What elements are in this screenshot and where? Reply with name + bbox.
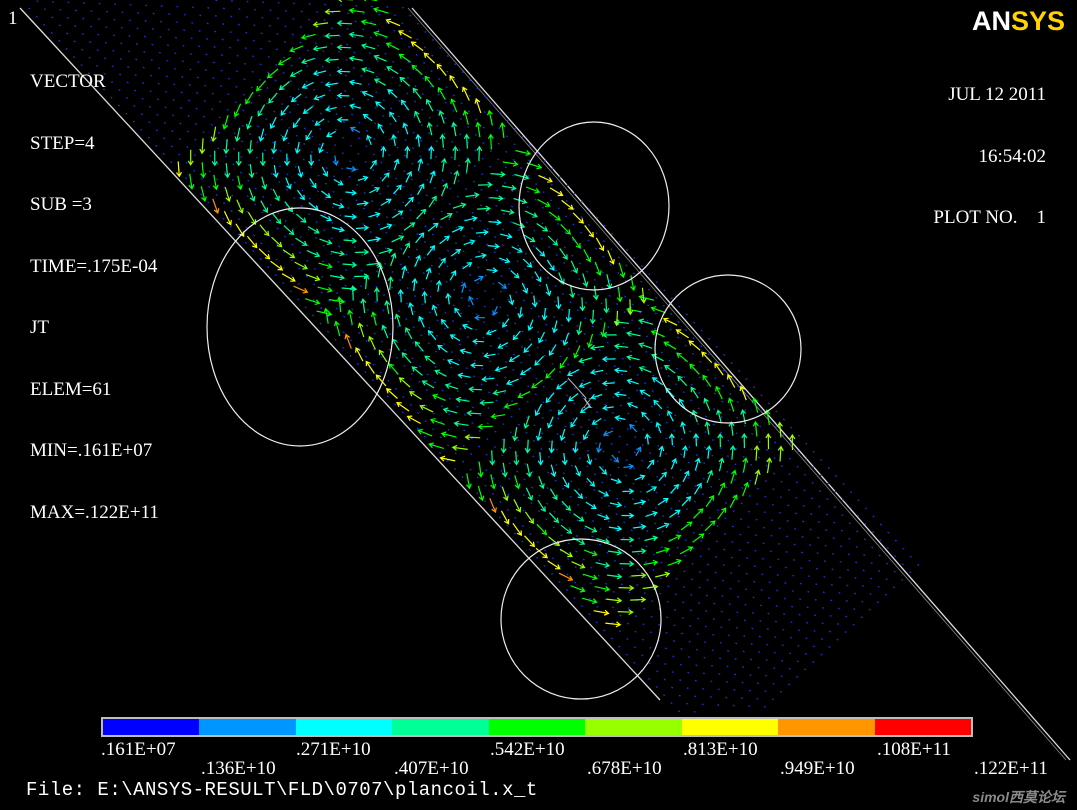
plot-date: JUL 12 2011 <box>948 84 1046 105</box>
window-number: 1 <box>8 8 18 29</box>
legend-band-7 <box>681 719 779 735</box>
coil-circle-2 <box>518 121 670 291</box>
vector-plot-canvas: X <box>19 0 1071 761</box>
current-density-vectors <box>176 0 796 628</box>
conductor-strip <box>19 7 1071 761</box>
legend-label-top-5: .108E+11 <box>877 739 951 760</box>
coil-circle-3 <box>654 274 802 424</box>
background-mesh-dots <box>28 0 920 713</box>
info-line-elem: ELEM=61 <box>30 378 112 400</box>
date-time-block: JUL 12 2011 16:54:02 PLOT NO. 1 <box>933 44 1046 249</box>
legend-label-bottom-4: .949E+10 <box>780 758 855 779</box>
legend-label-bottom-2: .407E+10 <box>394 758 469 779</box>
watermark: simol西莫论坛 <box>972 789 1065 805</box>
ansys-logo: ANSYS <box>971 6 1065 36</box>
legend-band-3 <box>295 719 393 735</box>
legend-band-8 <box>778 719 875 735</box>
coil-circles <box>206 121 802 700</box>
coil-circle-1 <box>206 207 394 447</box>
info-line-step: STEP=4 <box>30 132 95 154</box>
plot-number: PLOT NO. 1 <box>933 207 1046 228</box>
info-line-time: TIME=.175E-04 <box>30 255 158 277</box>
vector-arrow-group <box>188 0 771 605</box>
legend-label-top-2: .271E+10 <box>296 739 371 760</box>
plot-time: 16:54:02 <box>978 145 1046 167</box>
vector-arrow-group <box>332 126 642 470</box>
legend-band-4 <box>392 719 489 735</box>
info-line-vector: VECTOR <box>30 71 106 92</box>
legend-label-top-1: .161E+07 <box>101 739 176 760</box>
legend-band-6 <box>585 719 682 735</box>
legend-band-1 <box>103 719 200 735</box>
file-path-line: File: E:\ANSYS-RESULT\FLD\0707\plancoil.… <box>26 779 538 801</box>
color-legend-bar <box>101 717 973 737</box>
legend-label-bottom-3: .678E+10 <box>587 758 662 779</box>
legend-label-top-3: .542E+10 <box>490 739 565 760</box>
plot-info-block: VECTOR STEP=4 SUB =3 TIME=.175E-04 JT EL… <box>30 31 159 544</box>
legend-label-top-4: .813E+10 <box>683 739 758 760</box>
legend-band-2 <box>199 719 296 735</box>
info-line-min: MIN=.161E+07 <box>30 440 153 461</box>
legend-band-5 <box>488 719 586 735</box>
legend-label-bottom-5: .122E+11 <box>974 758 1048 779</box>
legend-band-9 <box>874 719 971 735</box>
legend-label-bottom-1: .136E+10 <box>201 758 276 779</box>
info-line-max: MAX=.122E+11 <box>30 501 159 523</box>
info-line-sub: SUB =3 <box>30 194 92 215</box>
vector-arrow-group <box>187 0 796 616</box>
triad-x-label: X <box>582 396 593 412</box>
info-line-item: JT <box>30 317 49 338</box>
